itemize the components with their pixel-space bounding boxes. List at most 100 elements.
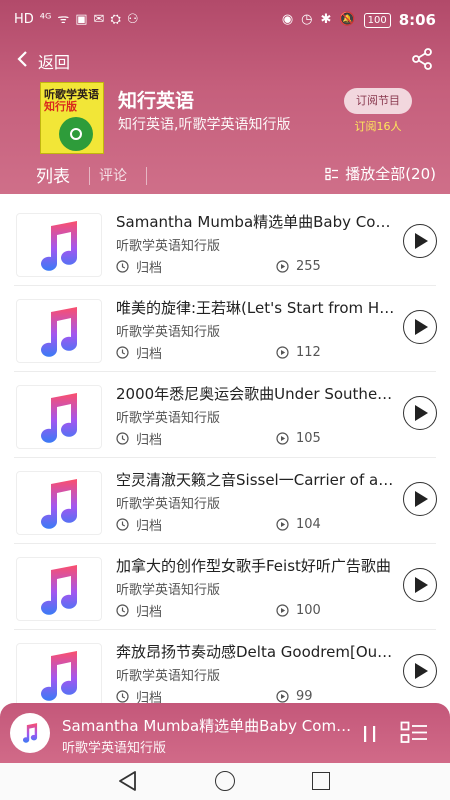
play-icon xyxy=(415,577,428,593)
play-button[interactable] xyxy=(403,568,437,602)
tab-divider xyxy=(89,167,90,185)
list-icon xyxy=(325,167,339,180)
music-note-icon xyxy=(41,651,77,701)
track-play-count: 105 xyxy=(296,431,321,446)
track-row[interactable]: 加拿大的创作型女歌手Feist好听广告歌曲 听歌学英语知行版 归档 100 xyxy=(0,544,450,630)
mute-icon: 🔕 xyxy=(339,12,356,27)
track-play-count: 99 xyxy=(296,689,313,704)
player-artwork xyxy=(10,713,50,753)
eye-icon: ◉ xyxy=(281,12,294,27)
music-note-icon xyxy=(41,307,77,357)
play-count-icon xyxy=(276,690,289,703)
track-title: 奔放昂扬节奏动感Delta Goodrem[Out of the Blue] xyxy=(116,643,396,661)
clock-icon xyxy=(116,346,129,359)
nav-home-icon[interactable] xyxy=(215,771,235,791)
track-status: 归档 xyxy=(136,519,163,534)
music-note-icon xyxy=(41,479,77,529)
track-thumbnail xyxy=(16,557,102,621)
track-subtitle: 听歌学英语知行版 xyxy=(116,583,221,598)
track-thumbnail xyxy=(16,643,102,707)
track-meta: 归档 105 xyxy=(116,429,321,448)
clock: 8:06 xyxy=(398,11,436,29)
subscribe-button[interactable]: 订阅节目 xyxy=(344,88,412,114)
track-meta: 归档 104 xyxy=(116,515,321,534)
play-icon xyxy=(415,233,428,249)
track-status: 归档 xyxy=(136,261,163,276)
play-icon xyxy=(415,491,428,507)
play-button[interactable] xyxy=(403,482,437,516)
signal-icon: ⁴ᴳ xyxy=(39,12,52,27)
play-count-icon xyxy=(276,432,289,445)
program-description: 知行英语,听歌学英语知行版 xyxy=(118,117,291,133)
battery-icon: 100 xyxy=(363,12,391,28)
qq-icon: ⚇ xyxy=(126,12,139,27)
bluetooth-icon: ✱ xyxy=(320,12,332,27)
play-icon xyxy=(415,319,428,335)
track-title: Samantha Mumba精选单曲Baby Come On Over xyxy=(116,213,396,231)
player-track-subtitle: 听歌学英语知行版 xyxy=(62,741,167,756)
playlist-icon[interactable] xyxy=(400,721,428,745)
tab-comment[interactable]: 评论 xyxy=(99,165,127,185)
program-title: 知行英语 xyxy=(118,90,195,112)
top-bar: 返回 xyxy=(0,40,450,80)
track-thumbnail xyxy=(16,299,102,363)
play-count-icon xyxy=(276,604,289,617)
track-row[interactable]: Samantha Mumba精选单曲Baby Come On Over 听歌学英… xyxy=(0,200,450,286)
cover-line-2: 知行版 xyxy=(44,100,77,113)
clock-icon xyxy=(116,432,129,445)
music-note-icon xyxy=(41,221,77,271)
track-subtitle: 听歌学英语知行版 xyxy=(116,497,221,512)
track-row[interactable]: 空灵清澈天籁之音Sissel一Carrier of a Secret 听歌学英语… xyxy=(0,458,450,544)
alarm-icon: ◷ xyxy=(301,12,313,27)
status-left-icons: HD ⁴ᴳ ᯤ ▣ ✉ ⛭ ⚇ xyxy=(14,12,139,28)
track-thumbnail xyxy=(16,213,102,277)
track-play-count: 100 xyxy=(296,603,321,618)
subscriber-count: 订阅16人 xyxy=(354,120,402,133)
track-row[interactable]: 唯美的旋律:王若琳(Let's Start from Here) 听歌学英语知行… xyxy=(0,286,450,372)
nav-recent-icon[interactable] xyxy=(312,772,330,790)
track-subtitle: 听歌学英语知行版 xyxy=(116,325,221,340)
play-all-button[interactable]: 播放全部(20) xyxy=(325,163,436,184)
play-button[interactable] xyxy=(403,224,437,258)
chevron-left-icon[interactable] xyxy=(12,48,34,70)
tab-divider xyxy=(146,167,147,185)
clock-icon xyxy=(116,518,129,531)
track-status: 归档 xyxy=(136,605,163,620)
track-row[interactable]: 2000年悉尼奥运会歌曲Under Southern Skies 听歌学英语知行… xyxy=(0,372,450,458)
mini-player[interactable]: Samantha Mumba精选单曲Baby Come On Over 听歌学英… xyxy=(0,703,450,763)
player-track-title: Samantha Mumba精选单曲Baby Come On Over xyxy=(62,717,352,735)
track-title: 加拿大的创作型女歌手Feist好听广告歌曲 xyxy=(116,557,391,575)
program-header: HD ⁴ᴳ ᯤ ▣ ✉ ⛭ ⚇ ◉ ◷ ✱ 🔕 100 8:06 返回 听歌学英… xyxy=(0,0,450,194)
cover-logo-ring xyxy=(70,128,82,140)
clock-icon xyxy=(116,260,129,273)
play-count-icon xyxy=(276,260,289,273)
track-play-count: 255 xyxy=(296,259,321,274)
pause-icon[interactable] xyxy=(362,725,378,743)
message-icon: ✉ xyxy=(93,12,105,27)
track-meta: 归档 112 xyxy=(116,343,321,362)
play-button[interactable] xyxy=(403,310,437,344)
tab-list[interactable]: 列表 xyxy=(36,162,70,187)
play-button[interactable] xyxy=(403,396,437,430)
track-title: 2000年悉尼奥运会歌曲Under Southern Skies xyxy=(116,385,396,403)
track-title: 唯美的旋律:王若琳(Let's Start from Here) xyxy=(116,299,396,317)
track-play-count: 104 xyxy=(296,517,321,532)
track-status: 归档 xyxy=(136,433,163,448)
nav-back-icon[interactable] xyxy=(118,770,138,792)
play-count-icon xyxy=(276,518,289,531)
back-button[interactable]: 返回 xyxy=(38,49,70,73)
track-meta: 归档 255 xyxy=(116,257,321,276)
tab-bar: 列表 评论 播放全部(20) xyxy=(0,156,450,192)
track-thumbnail xyxy=(16,471,102,535)
clock-icon xyxy=(116,690,129,703)
play-all-label: 播放全部(20) xyxy=(345,165,436,183)
system-nav-bar xyxy=(0,763,450,800)
play-button[interactable] xyxy=(403,654,437,688)
track-thumbnail xyxy=(16,385,102,449)
track-meta: 归档 100 xyxy=(116,601,321,620)
share-icon[interactable] xyxy=(410,47,434,71)
play-icon xyxy=(415,663,428,679)
status-bar: HD ⁴ᴳ ᯤ ▣ ✉ ⛭ ⚇ ◉ ◷ ✱ 🔕 100 8:06 xyxy=(0,0,450,40)
music-note-icon xyxy=(41,565,77,615)
track-subtitle: 听歌学英语知行版 xyxy=(116,669,221,684)
